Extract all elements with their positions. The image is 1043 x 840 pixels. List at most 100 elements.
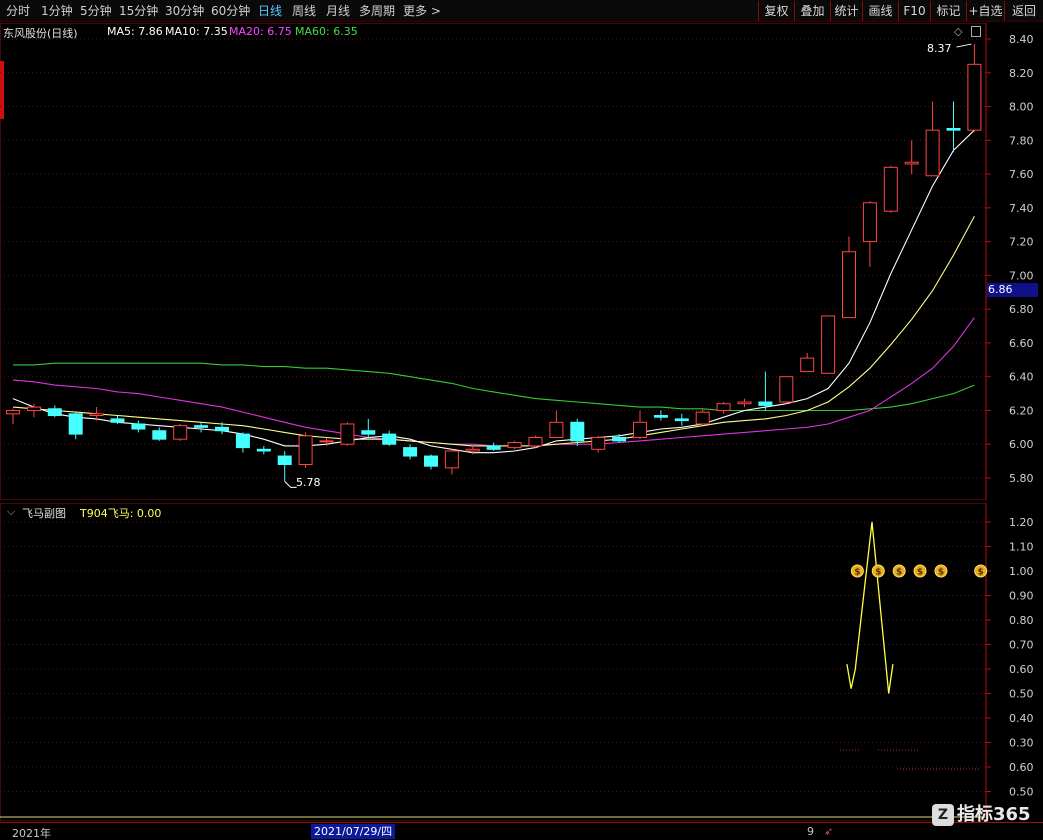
- money-bag-icon: $: [934, 564, 948, 578]
- ma10-label: MA10: 7.35: [165, 25, 228, 38]
- price-axis-tick: 7.20: [1009, 236, 1034, 249]
- money-bag-icon: $: [913, 564, 927, 578]
- candle: [403, 444, 418, 460]
- overlay-button[interactable]: 叠加: [794, 1, 830, 21]
- ma5-line: [12, 129, 975, 454]
- candle: [779, 376, 794, 404]
- candle: [549, 410, 564, 438]
- mark-button[interactable]: 标记: [930, 1, 966, 21]
- tab-multi-period[interactable]: 多周期: [359, 3, 395, 19]
- money-bag-icon: $: [892, 564, 906, 578]
- candle: [842, 236, 856, 319]
- stock-title: 东风股份(日线): [3, 27, 78, 40]
- candle: [444, 449, 459, 475]
- tab-weekly[interactable]: 周线: [292, 3, 316, 19]
- price-axis-tick: 6.80: [1009, 303, 1034, 316]
- price-axis-tick: 8.20: [1009, 67, 1034, 80]
- more-menu[interactable]: 更多 >: [403, 3, 441, 19]
- ma20-label: MA20: 6.75: [229, 25, 292, 38]
- svg-text:$: $: [938, 568, 944, 578]
- back-button[interactable]: 返回: [1004, 1, 1043, 21]
- candle: [528, 435, 543, 448]
- candle: [862, 201, 877, 267]
- price-axis-tick: 6.20: [1009, 404, 1034, 417]
- price-axis-tick: 5.80: [1009, 472, 1034, 485]
- tab-5min[interactable]: 5分钟: [80, 3, 112, 19]
- candle: [424, 454, 438, 470]
- candle: [925, 101, 940, 177]
- indicator-axis-tick: 0.50: [1009, 688, 1034, 701]
- stats-button[interactable]: 统计: [830, 1, 862, 21]
- indicator-axis-tick: 0.60: [1009, 761, 1034, 774]
- draw-button[interactable]: 画线: [862, 1, 898, 21]
- tab-monthly[interactable]: 月线: [326, 3, 350, 19]
- svg-text:$: $: [896, 568, 902, 578]
- candle: [173, 423, 188, 441]
- candle: [6, 408, 20, 424]
- price-axis-tick: 8.40: [1009, 33, 1034, 46]
- candle: [737, 398, 752, 408]
- current-price-tag: 6.86: [987, 283, 1038, 297]
- indicator-axis-tick: 0.70: [1009, 639, 1034, 652]
- watermark-logo: Z 指标365: [932, 800, 1031, 826]
- tab-60min[interactable]: 60分钟: [211, 3, 250, 19]
- tab-intraday[interactable]: 分时: [6, 3, 30, 19]
- main-frame: [0, 23, 987, 500]
- candle: [633, 410, 647, 440]
- indicator-axis-tick: 1.20: [1009, 516, 1034, 529]
- period-toolbar: 分时 1分钟 5分钟 15分钟 30分钟 60分钟 日线 周线 月线 多周期 更…: [0, 0, 1043, 22]
- diamond-icon[interactable]: ◇: [954, 25, 962, 38]
- collapse-icon[interactable]: ⌵: [7, 505, 15, 519]
- candle: [382, 430, 397, 446]
- candle: [194, 422, 209, 433]
- scroll-marker: 9: [807, 825, 814, 838]
- f10-button[interactable]: F10: [898, 1, 930, 21]
- ma60-label: MA60: 6.35: [295, 25, 358, 38]
- add-watchlist-button[interactable]: +自选: [966, 1, 1004, 21]
- logo-icon: Z: [932, 804, 954, 826]
- candle: [800, 353, 815, 373]
- candle: [507, 440, 522, 450]
- kline-chart[interactable]: 8.40 8.20 8.00 7.80 7.60 7.40 7.20 7.00 6.80 6.60…: [0, 23, 1043, 500]
- svg-text:$: $: [917, 568, 923, 578]
- candle: [883, 165, 898, 213]
- time-axis: 2021年 2021/07/29/四 9 ➶: [0, 822, 1043, 840]
- candle: [591, 435, 606, 453]
- candle: [695, 408, 710, 425]
- price-axis-tick: 7.80: [1009, 134, 1034, 147]
- indicator-axis-tick: 0.30: [1009, 737, 1034, 750]
- indicator-axis-tick: 1.10: [1009, 541, 1034, 554]
- sub-indicator-chart[interactable]: 1.20 1.10 1.00 0.90 0.80 0.70 0.60 0.50 0.40 0.30…: [0, 503, 1043, 821]
- candle: [47, 405, 62, 418]
- candle: [653, 410, 668, 421]
- price-axis-tick: 6.40: [1009, 371, 1034, 384]
- adjust-button[interactable]: 复权: [758, 1, 794, 21]
- candle: [235, 432, 250, 453]
- low-price-label: 5.78: [296, 476, 321, 489]
- svg-text:$: $: [875, 568, 881, 578]
- svg-text:$: $: [854, 568, 860, 578]
- candle: [716, 402, 731, 414]
- price-axis-tick: 7.40: [1009, 202, 1034, 215]
- tab-daily[interactable]: 日线: [258, 3, 282, 19]
- indicator-axis-tick: 0.80: [1009, 614, 1034, 627]
- candle: [486, 442, 501, 451]
- candle: [967, 44, 982, 132]
- candle: [152, 427, 167, 441]
- indicator-axis-tick: 0.40: [1009, 712, 1034, 725]
- tab-30min[interactable]: 30分钟: [165, 3, 204, 19]
- svg-text:$: $: [978, 568, 984, 578]
- candle: [110, 415, 125, 424]
- tab-15min[interactable]: 15分钟: [119, 3, 158, 19]
- tab-1min[interactable]: 1分钟: [41, 3, 73, 19]
- high-arrow: [956, 43, 972, 48]
- indicator-axis-tick: 0.90: [1009, 590, 1034, 603]
- panel-toggle-icon[interactable]: [971, 26, 981, 37]
- candle: [674, 413, 689, 426]
- ma5-label: MA5: 7.86: [107, 25, 163, 38]
- price-axis-tick: 6.60: [1009, 337, 1034, 350]
- price-axis-tick: 7.00: [1009, 269, 1034, 282]
- candle: [131, 420, 146, 433]
- indicator-axis-tick: 0.60: [1009, 663, 1034, 676]
- cursor-icon[interactable]: ➶: [824, 825, 833, 838]
